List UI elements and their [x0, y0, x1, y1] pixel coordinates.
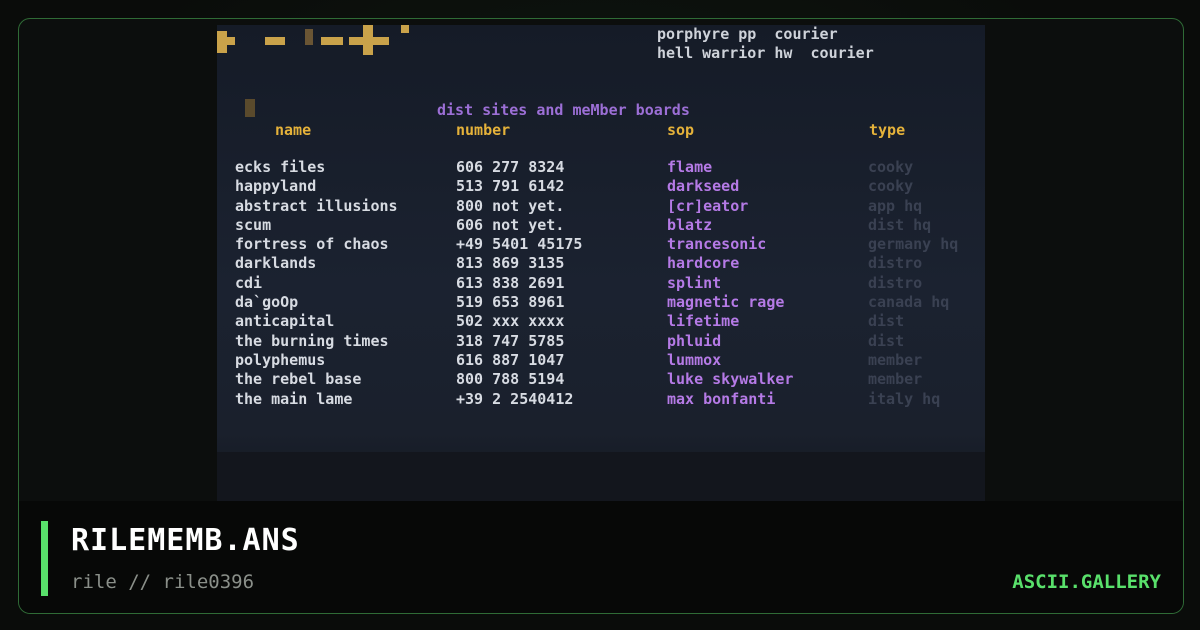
board-type: member	[868, 370, 923, 389]
board-number: +49 5401 45175	[456, 235, 583, 254]
board-name: the rebel base	[235, 370, 362, 389]
board-sysop: lummox	[667, 350, 722, 369]
board-sysop: splint	[667, 273, 722, 292]
site-brand[interactable]: ASCII.GALLERY	[1012, 571, 1161, 593]
board-number: 606 not yet.	[456, 215, 565, 234]
board-name: the burning times	[235, 331, 389, 350]
ansi-block-mark	[245, 99, 255, 117]
board-sysop: flame	[667, 158, 713, 176]
board-name: polyphemus	[235, 350, 326, 369]
board-type: member	[868, 350, 923, 369]
board-name: happyland	[235, 177, 317, 196]
board-type: cooky	[868, 177, 914, 196]
board-sysop: phluid	[667, 331, 722, 350]
board-sysop: trancesonic	[667, 235, 767, 254]
board-number: 616 887 1047	[456, 350, 565, 369]
board-sysop: darkseed	[667, 177, 740, 196]
board-sysop: hardcore	[667, 254, 740, 273]
board-type: cooky	[868, 158, 914, 176]
board-sysop: luke skywalker	[667, 370, 794, 389]
file-title: RILEMEMB.ANS	[71, 523, 300, 558]
board-type: dist	[868, 312, 905, 331]
board-sysop: max bonfanti	[667, 389, 776, 408]
board-type: distro	[868, 273, 923, 292]
column-header-number: number	[456, 121, 511, 139]
board-number: 800 788 5194	[456, 370, 565, 389]
board-sysop: magnetic rage	[667, 293, 785, 312]
board-type: germany hq	[868, 235, 959, 254]
board-name: abstract illusions	[235, 196, 398, 215]
board-sysop: [cr]eator	[667, 196, 749, 215]
board-number: 519 653 8961	[456, 293, 565, 312]
board-number: 606 277 8324	[456, 158, 565, 176]
board-name: fortress of chaos	[235, 235, 389, 254]
board-number: 813 869 3135	[456, 254, 565, 273]
board-name: scum	[235, 215, 272, 234]
board-type: dist hq	[868, 215, 932, 234]
ansi-artwork-bottom-band	[217, 452, 985, 505]
board-number: 318 747 5785	[456, 331, 565, 350]
board-name: darklands	[235, 254, 317, 273]
art-heading: dist sites and meMber boards	[437, 101, 690, 119]
artist-byline: rile // rile0396	[71, 571, 255, 593]
board-number: +39 2 2540412	[456, 389, 574, 408]
board-type: dist	[868, 331, 905, 350]
board-name: the main lame	[235, 389, 353, 408]
board-type: distro	[868, 254, 923, 273]
board-name: ecks files	[235, 158, 326, 176]
column-header-type: type	[869, 121, 906, 139]
board-name: da`goOp	[235, 293, 299, 312]
board-number: 800 not yet.	[456, 196, 565, 215]
gallery-card: porphyre pp courier hell warrior hw cour…	[18, 18, 1184, 614]
board-type: italy hq	[868, 389, 941, 408]
ansi-artwork: porphyre pp courier hell warrior hw cour…	[217, 25, 985, 505]
ansi-logo-fragment	[217, 25, 417, 55]
courier-line-2: hell warrior hw courier	[657, 44, 874, 62]
board-number: 513 791 6142	[456, 177, 565, 196]
board-name: cdi	[235, 273, 263, 292]
board-number: 613 838 2691	[456, 273, 565, 292]
column-header-sysop: sop	[667, 121, 695, 139]
board-name: anticapital	[235, 312, 335, 331]
board-sysop: blatz	[667, 215, 713, 234]
card-footer: RILEMEMB.ANS rile // rile0396 ASCII.GALL…	[19, 501, 1183, 613]
board-number: 502 xxx xxxx	[456, 312, 565, 331]
courier-line-1: porphyre pp courier	[657, 25, 838, 43]
board-sysop: lifetime	[667, 312, 740, 331]
board-type: canada hq	[868, 293, 950, 312]
accent-bar	[41, 521, 48, 596]
column-header-name: name	[275, 121, 312, 139]
board-type: app hq	[868, 196, 923, 215]
